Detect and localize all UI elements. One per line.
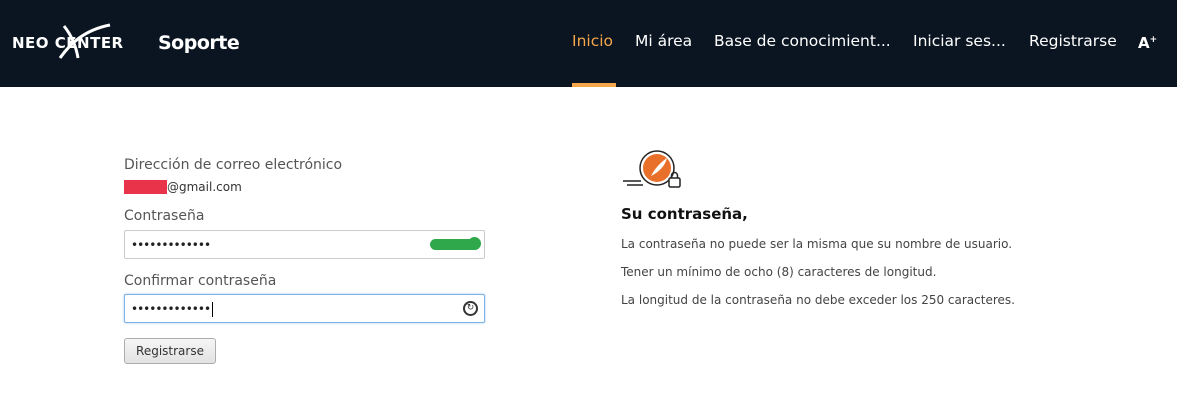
logo-subtitle: Soporte xyxy=(158,32,240,54)
password-input[interactable]: ••••••••••••• xyxy=(124,230,485,259)
email-value: @gmail.com xyxy=(124,180,242,194)
confirm-password-input[interactable]: ••••••••••••• ↻ xyxy=(124,294,485,323)
password-strength-meter xyxy=(430,237,481,250)
text-caret xyxy=(212,302,214,317)
redacted-block xyxy=(124,180,167,194)
logo-text: NEO CENTER xyxy=(12,34,124,52)
confirm-password-label: Confirmar contraseña xyxy=(124,273,277,289)
register-button[interactable]: Registrarse xyxy=(124,338,216,364)
email-label: Dirección de correo electrónico xyxy=(124,157,343,173)
password-label: Contraseña xyxy=(124,208,205,224)
password-dots: ••••••••••••• xyxy=(131,238,211,252)
nav-base-conocimiento[interactable]: Base de conocimient... xyxy=(714,32,891,54)
password-rule: La contraseña no puede ser la misma que … xyxy=(621,237,1013,251)
nav-mi-area[interactable]: Mi área xyxy=(635,32,692,54)
font-size-toggle[interactable]: A+ xyxy=(1138,34,1157,52)
confirm-password-dots: ••••••••••••• xyxy=(131,302,214,317)
info-title: Su contraseña, xyxy=(621,205,748,223)
reveal-password-icon[interactable]: ↻ xyxy=(463,301,478,316)
nav-inicio[interactable]: Inicio xyxy=(572,32,613,54)
nav-registrarse[interactable]: Registrarse xyxy=(1029,32,1117,54)
password-lock-icon xyxy=(623,150,681,188)
password-rule: Tener un mínimo de ocho (8) caracteres d… xyxy=(621,265,937,279)
active-nav-indicator xyxy=(572,83,616,87)
password-rule: La longitud de la contraseña no debe exc… xyxy=(621,293,1015,307)
nav-iniciar-sesion[interactable]: Iniciar ses... xyxy=(913,32,1006,54)
top-navbar: NEO CENTER Soporte Inicio Mi área Base d… xyxy=(0,0,1177,87)
